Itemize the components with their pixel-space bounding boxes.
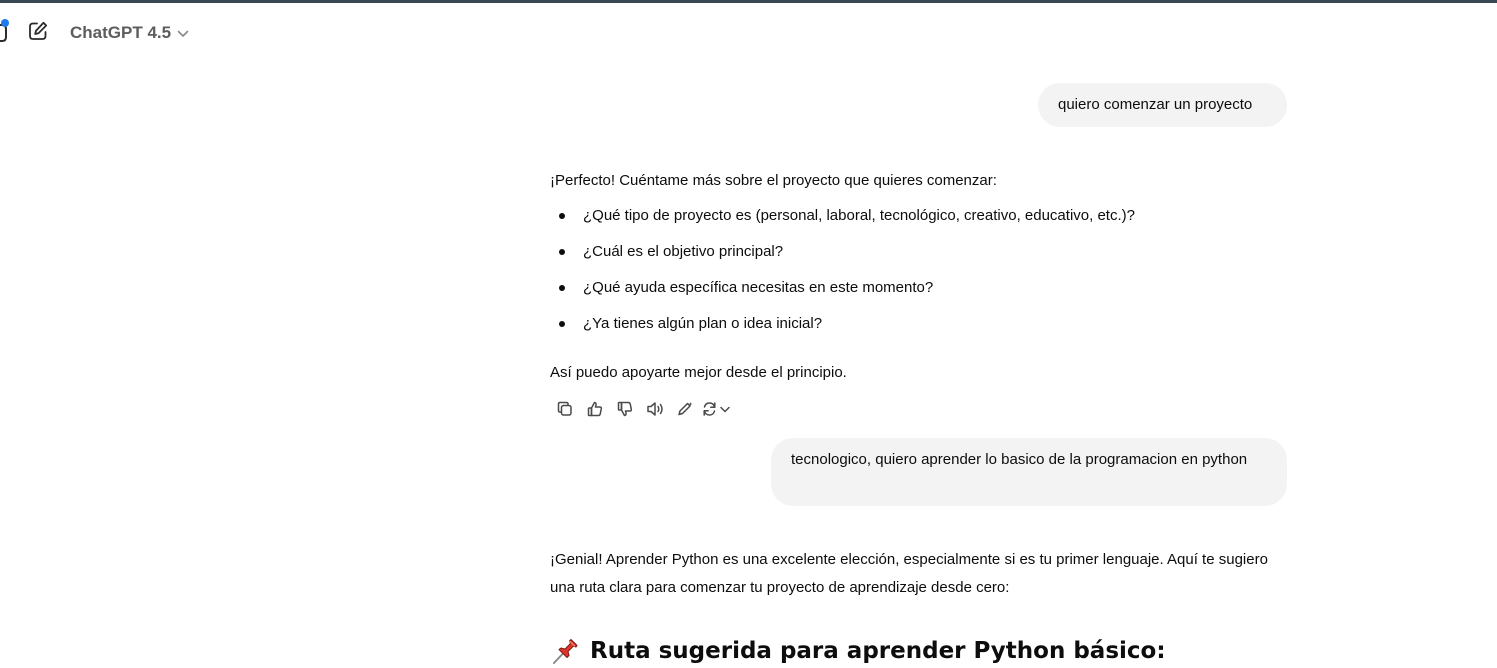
bad-response-button[interactable] (610, 397, 640, 421)
assistant-message-text: ¡Genial! Aprender Python es una excelent… (550, 551, 1268, 596)
chevron-down-icon (177, 30, 189, 37)
copy-button[interactable] (550, 397, 580, 421)
notification-dot (1, 19, 9, 27)
header: ChatGPT 4.5 (0, 3, 1497, 59)
user-message-text: quiero comenzar un proyecto (1058, 96, 1253, 113)
good-response-button[interactable] (580, 397, 610, 421)
list-item: ¿Ya tienes algún plan o idea inicial? (550, 312, 1135, 348)
regenerate-button[interactable] (700, 397, 736, 421)
assistant-section-heading: Ruta sugerida para aprender Python básic… (550, 634, 1166, 668)
assistant-message-outro: Así puedo apoyarte mejor desde el princi… (550, 364, 847, 381)
new-chat-button[interactable] (27, 20, 49, 42)
list-item: ¿Qué ayuda específica necesitas en este … (550, 276, 1135, 312)
edit-icon (678, 402, 693, 416)
user-message: quiero comenzar un proyecto (1038, 83, 1287, 127)
regenerate-icon (703, 402, 730, 416)
message-action-bar (550, 397, 736, 421)
model-selector[interactable]: ChatGPT 4.5 (70, 21, 189, 45)
pushpin-icon (553, 639, 578, 664)
thumbs-down-icon (617, 401, 633, 417)
model-label: ChatGPT 4.5 (70, 23, 172, 42)
edit-canvas-button[interactable] (670, 397, 700, 421)
assistant-question-list: ¿Qué tipo de proyecto es (personal, labo… (550, 204, 1135, 348)
list-item: ¿Cuál es el objetivo principal? (550, 240, 1135, 276)
edit-square-icon (29, 21, 48, 40)
thumbs-up-icon (587, 401, 603, 417)
list-item: ¿Qué tipo de proyecto es (personal, labo… (550, 204, 1135, 240)
read-aloud-icon (647, 402, 663, 416)
copy-icon (557, 401, 572, 416)
user-message-text: tecnologico, quiero aprender lo basico d… (791, 451, 1248, 468)
heading-text: Ruta sugerida para aprender Python básic… (590, 638, 1166, 664)
assistant-message-intro: ¡Perfecto! Cuéntame más sobre el proyect… (550, 172, 997, 189)
user-message: tecnologico, quiero aprender lo basico d… (771, 438, 1287, 506)
read-aloud-button[interactable] (640, 397, 670, 421)
